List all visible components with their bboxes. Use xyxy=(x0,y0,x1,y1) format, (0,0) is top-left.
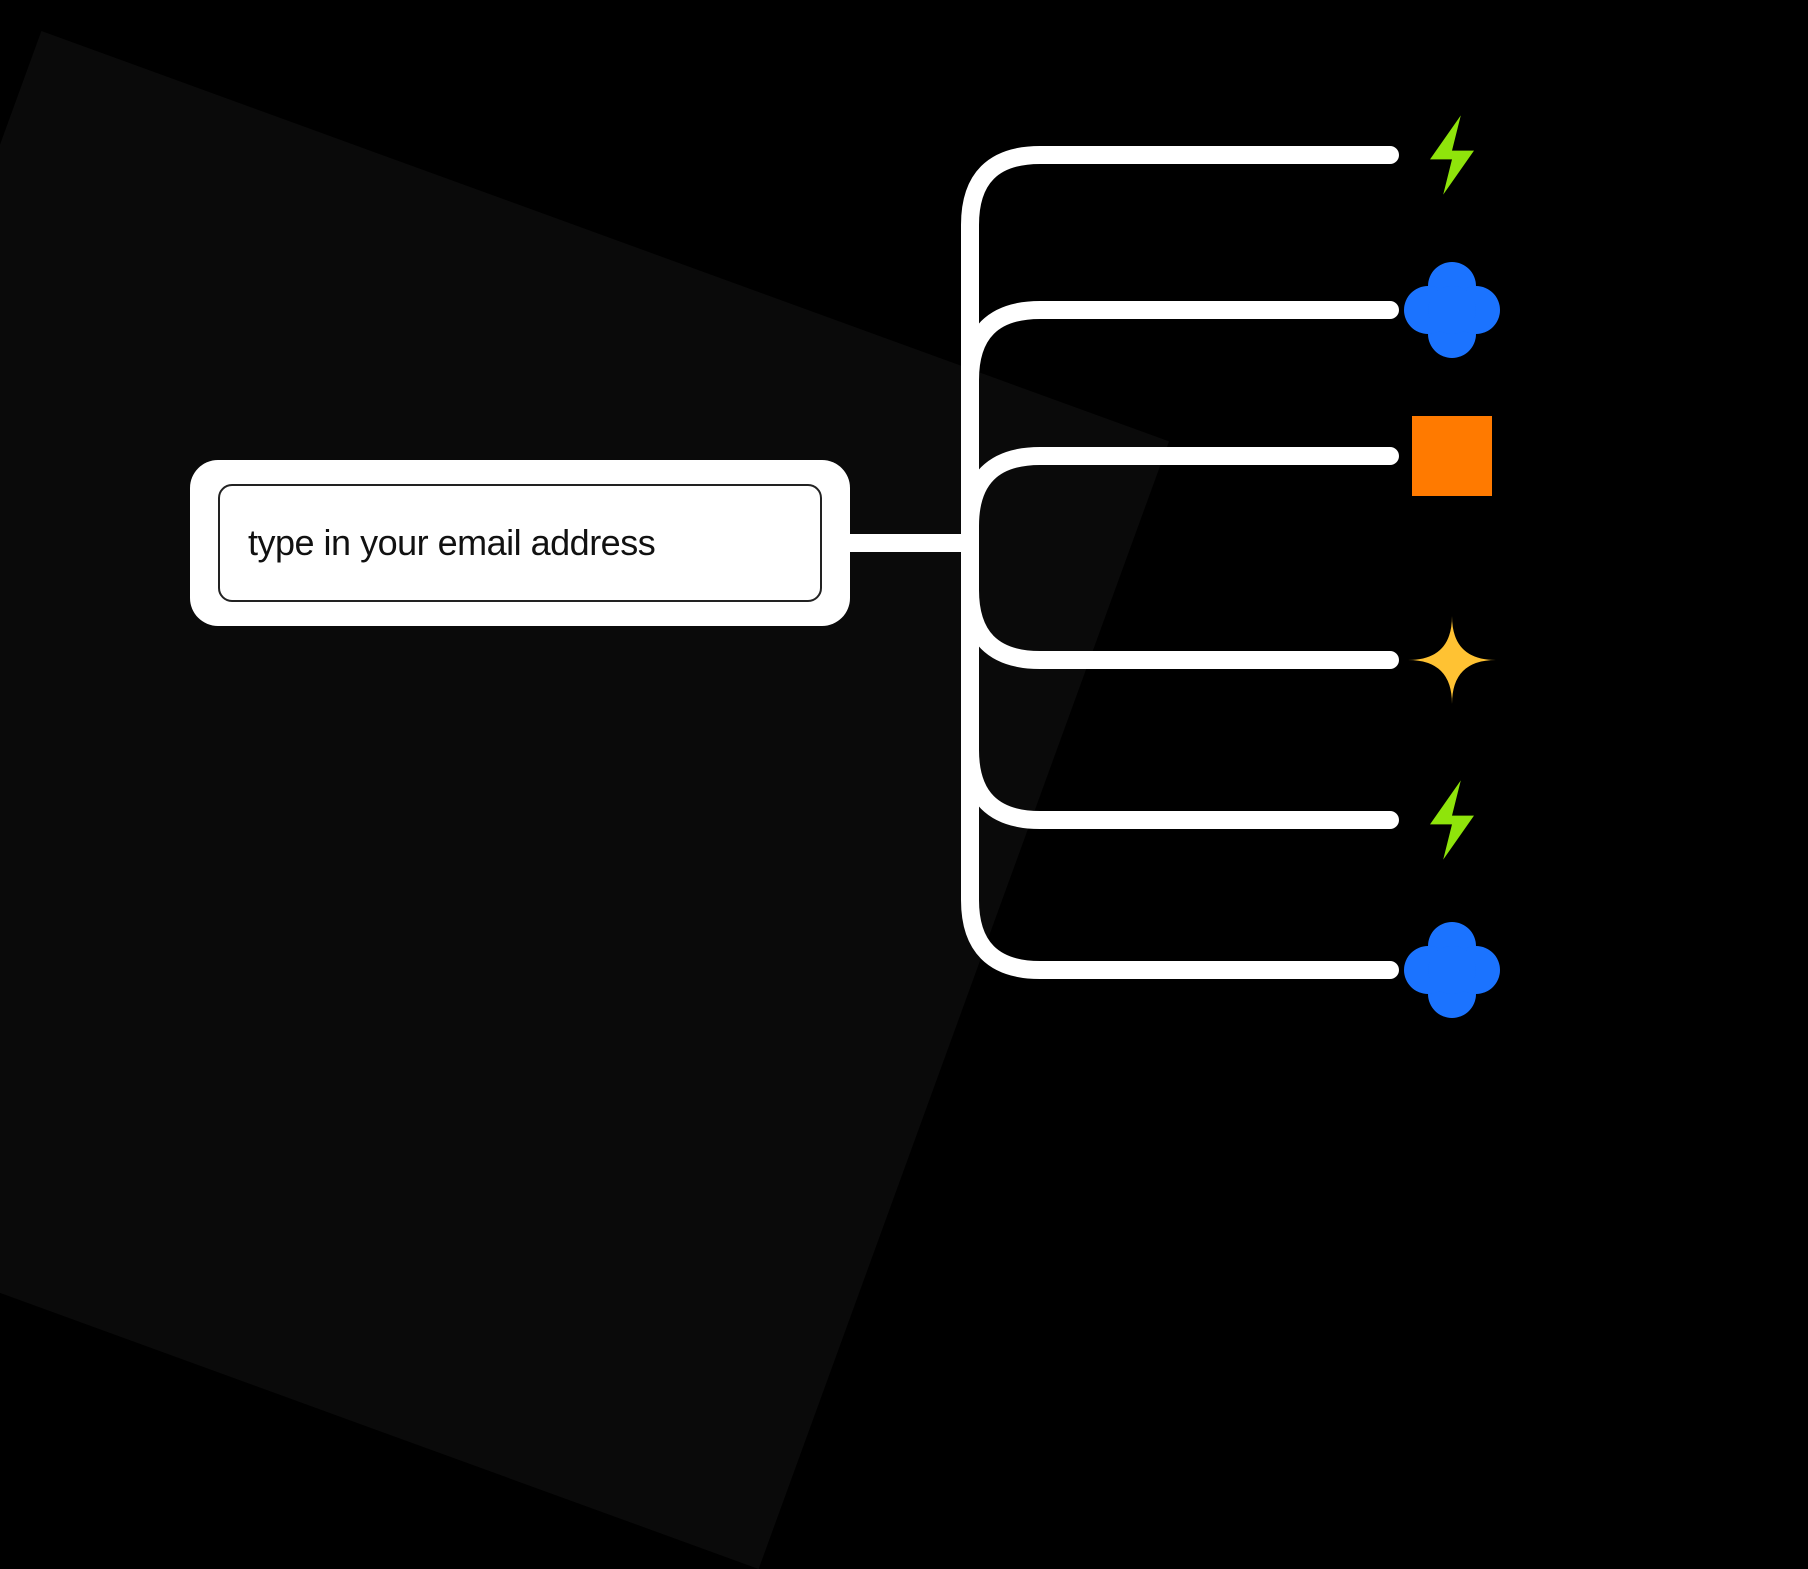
email-input[interactable]: type in your email address xyxy=(218,484,822,602)
square-icon xyxy=(1412,416,1492,496)
branch-flower-blue-2 xyxy=(970,543,1390,970)
diagram-canvas: type in your email address xyxy=(0,0,1808,1092)
bolt-icon xyxy=(1430,115,1474,194)
flower-icon xyxy=(1404,262,1500,358)
branch-flower-blue-1 xyxy=(970,310,1390,543)
branch-square-orange xyxy=(970,456,1390,543)
branch-bolt-green-2 xyxy=(970,543,1390,820)
email-placeholder: type in your email address xyxy=(248,522,655,564)
email-card: type in your email address xyxy=(190,460,850,626)
sparkle-icon xyxy=(1408,616,1496,704)
flower-icon xyxy=(1404,922,1500,1018)
bolt-icon xyxy=(1430,780,1474,859)
branch-bolt-green-1 xyxy=(970,155,1390,543)
branch-sparkle-yellow xyxy=(970,543,1390,660)
